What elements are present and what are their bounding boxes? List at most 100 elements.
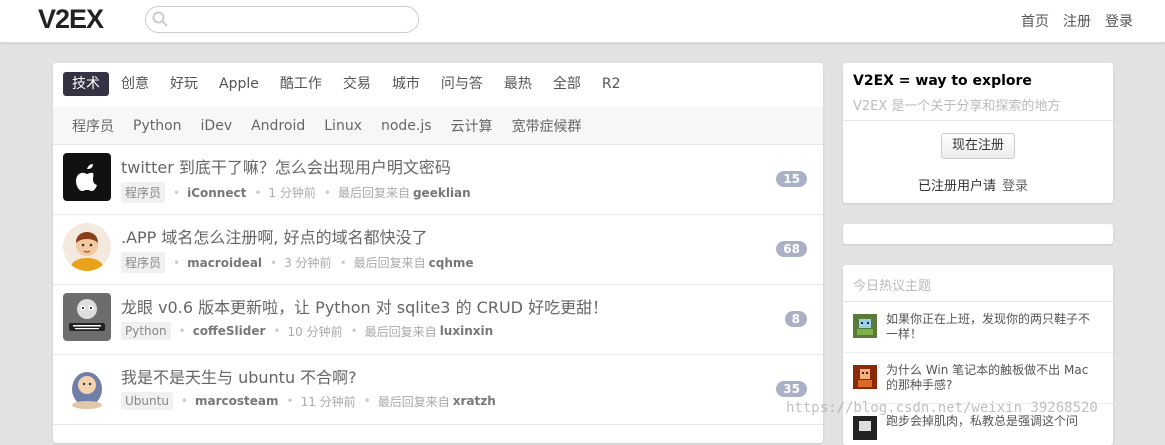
hot-topic-item: 跑步会掉肌肉，私教总是强调这个问 bbox=[843, 404, 1113, 445]
topic-row: .APP 域名怎么注册啊, 好点的域名都快没了 程序员 • macroideal… bbox=[53, 214, 823, 285]
search-input[interactable] bbox=[145, 6, 419, 33]
hot-topics-box: 今日热议主题 如果你正在上班，发现你的两只鞋子不一样！ 为什么 Win 笔记本的… bbox=[843, 265, 1113, 445]
last-reply-user[interactable]: geeklian bbox=[413, 186, 471, 200]
last-reply-user[interactable]: xratzh bbox=[453, 394, 496, 408]
topic-time: 3 分钟前 bbox=[284, 256, 332, 270]
avatar[interactable] bbox=[63, 293, 111, 341]
avatar[interactable] bbox=[853, 365, 877, 389]
nav-register-link[interactable]: 注册 bbox=[1063, 11, 1091, 31]
author-link[interactable]: iConnect bbox=[187, 186, 246, 200]
tab-play[interactable]: 好玩 bbox=[161, 72, 207, 96]
subtab-nodejs[interactable]: node.js bbox=[381, 118, 432, 134]
node-subtabs: 程序员 Python iDev Android Linux node.js 云计… bbox=[53, 107, 823, 145]
reply-count[interactable]: 35 bbox=[776, 381, 807, 397]
site-logo[interactable]: V2EX bbox=[38, 4, 104, 35]
login-link[interactable]: 登录 bbox=[1002, 179, 1028, 194]
nav-home-link[interactable]: 首页 bbox=[1021, 11, 1049, 31]
tab-qna[interactable]: 问与答 bbox=[432, 72, 492, 96]
reply-count[interactable]: 8 bbox=[784, 311, 807, 327]
separator-dot: • bbox=[286, 394, 294, 408]
hot-topics-header: 今日热议主题 bbox=[853, 279, 932, 294]
last-reply-label: 最后回复来自 bbox=[353, 256, 426, 270]
topic-meta: Ubuntu • marcosteam • 11 分钟前 • 最后回复来自 xr… bbox=[121, 392, 496, 410]
last-reply-label: 最后回复来自 bbox=[377, 394, 450, 409]
node-badge[interactable]: Python bbox=[121, 322, 171, 340]
top-bar: V2EX 首页 注册 登录 bbox=[0, 0, 1165, 43]
node-badge[interactable]: Ubuntu bbox=[121, 392, 173, 410]
topic-title[interactable]: twitter 到底干了嘛？怎么会出现用户明文密码 bbox=[121, 154, 451, 178]
separator-dot: • bbox=[178, 324, 186, 338]
hot-topic-item: 为什么 Win 笔记本的触板做不出 Mac 的那种手感? bbox=[843, 353, 1113, 404]
subtab-broadband[interactable]: 宽带症候群 bbox=[512, 116, 582, 136]
topic-time: 10 分钟前 bbox=[287, 324, 343, 339]
divider bbox=[843, 120, 1113, 121]
topic-title[interactable]: 我是不是天生与 ubuntu 不合啊? bbox=[121, 364, 357, 388]
tab-deals[interactable]: 交易 bbox=[334, 72, 380, 96]
tab-r2[interactable]: R2 bbox=[593, 72, 630, 96]
hot-topic-item: 如果你正在上班，发现你的两只鞋子不一样！ bbox=[843, 302, 1113, 353]
last-reply-label: 最后回复来自 bbox=[364, 324, 437, 339]
topic-time: 1 分钟前 bbox=[268, 186, 316, 200]
separator-dot: • bbox=[350, 324, 358, 338]
separator-dot: • bbox=[173, 255, 181, 270]
topic-row: twitter 到底干了嘛？怎么会出现用户明文密码 程序员 • iConnect… bbox=[53, 144, 823, 215]
separator-dot: • bbox=[339, 255, 347, 270]
author-link[interactable]: coffeSlider bbox=[193, 324, 266, 338]
separator-dot: • bbox=[363, 394, 371, 408]
avatar[interactable] bbox=[63, 363, 111, 411]
node-badge[interactable]: 程序员 bbox=[121, 252, 166, 273]
tab-creative[interactable]: 创意 bbox=[112, 72, 158, 96]
topic-title[interactable]: .APP 域名怎么注册啊, 好点的域名都快没了 bbox=[121, 224, 428, 248]
subtab-idev[interactable]: iDev bbox=[201, 118, 233, 134]
reply-count[interactable]: 15 bbox=[776, 171, 807, 187]
avatar[interactable] bbox=[63, 223, 111, 271]
login-prompt: 已注册用户请 登录 bbox=[918, 175, 1028, 194]
subtab-python[interactable]: Python bbox=[133, 118, 182, 134]
site-description: V2EX 是一个关于分享和探索的地方 bbox=[853, 99, 1061, 114]
hot-topic-title[interactable]: 为什么 Win 笔记本的触板做不出 Mac 的那种手感? bbox=[886, 363, 1101, 393]
apple-logo-icon bbox=[76, 164, 97, 191]
author-link[interactable]: macroideal bbox=[187, 256, 262, 270]
ubuntu-character-icon bbox=[72, 372, 102, 409]
hot-topic-title[interactable]: 跑步会掉肌肉，私教总是强调这个问 bbox=[886, 414, 1101, 429]
top-nav: 首页 注册 登录 bbox=[1021, 11, 1133, 31]
topic-meta: 程序员 • iConnect • 1 分钟前 • 最后回复来自 geeklian bbox=[121, 182, 471, 203]
tab-all[interactable]: 全部 bbox=[544, 72, 590, 96]
subtab-programmer[interactable]: 程序员 bbox=[72, 116, 114, 136]
subtab-linux[interactable]: Linux bbox=[324, 118, 362, 134]
search-icon bbox=[152, 11, 168, 27]
category-tabs: 技术 创意 好玩 Apple 酷工作 交易 城市 问与答 最热 全部 R2 bbox=[63, 72, 633, 96]
topic-meta: Python • coffeSlider • 10 分钟前 • 最后回复来自 l… bbox=[121, 322, 493, 340]
nav-login-link[interactable]: 登录 bbox=[1105, 11, 1133, 31]
main-content: 技术 创意 好玩 Apple 酷工作 交易 城市 问与答 最热 全部 R2 程序… bbox=[53, 63, 823, 443]
topic-title[interactable]: 龙眼 v0.6 版本更新啦，让 Python 对 sqlite3 的 CRUD … bbox=[121, 294, 608, 318]
tab-apple[interactable]: Apple bbox=[210, 72, 268, 96]
topic-row: 我是不是天生与 ubuntu 不合啊? Ubuntu • marcosteam … bbox=[53, 354, 823, 425]
avatar[interactable] bbox=[853, 416, 877, 440]
site-tagline: V2EX = way to explore bbox=[853, 73, 1032, 89]
cool-story-avatar-icon bbox=[69, 299, 105, 331]
topic-row: 龙眼 v0.6 版本更新啦，让 Python 对 sqlite3 的 CRUD … bbox=[53, 284, 823, 355]
last-reply-user[interactable]: cqhme bbox=[429, 256, 474, 270]
register-button[interactable]: 现在注册 bbox=[941, 133, 1015, 159]
reply-count[interactable]: 68 bbox=[776, 241, 807, 257]
topic-time: 11 分钟前 bbox=[300, 394, 356, 409]
tab-jobs[interactable]: 酷工作 bbox=[271, 72, 331, 96]
person-avatar-icon bbox=[71, 232, 103, 271]
separator-dot: • bbox=[173, 185, 181, 200]
tab-tech[interactable]: 技术 bbox=[63, 72, 109, 96]
subtab-cloud[interactable]: 云计算 bbox=[451, 116, 493, 136]
node-badge[interactable]: 程序员 bbox=[121, 182, 166, 203]
last-reply-user[interactable]: luxinxin bbox=[440, 324, 493, 338]
author-link[interactable]: marcosteam bbox=[195, 394, 279, 408]
topic-meta: 程序员 • macroideal • 3 分钟前 • 最后回复来自 cqhme bbox=[121, 252, 474, 273]
subtab-android[interactable]: Android bbox=[251, 118, 305, 134]
avatar[interactable] bbox=[63, 153, 111, 201]
hot-topic-title[interactable]: 如果你正在上班，发现你的两只鞋子不一样！ bbox=[886, 312, 1101, 342]
tab-city[interactable]: 城市 bbox=[383, 72, 429, 96]
avatar[interactable] bbox=[853, 314, 877, 338]
welcome-box: V2EX = way to explore V2EX 是一个关于分享和探索的地方… bbox=[843, 63, 1113, 203]
separator-dot: • bbox=[254, 185, 262, 200]
tab-hot[interactable]: 最热 bbox=[495, 72, 541, 96]
last-reply-label: 最后回复来自 bbox=[337, 186, 410, 200]
